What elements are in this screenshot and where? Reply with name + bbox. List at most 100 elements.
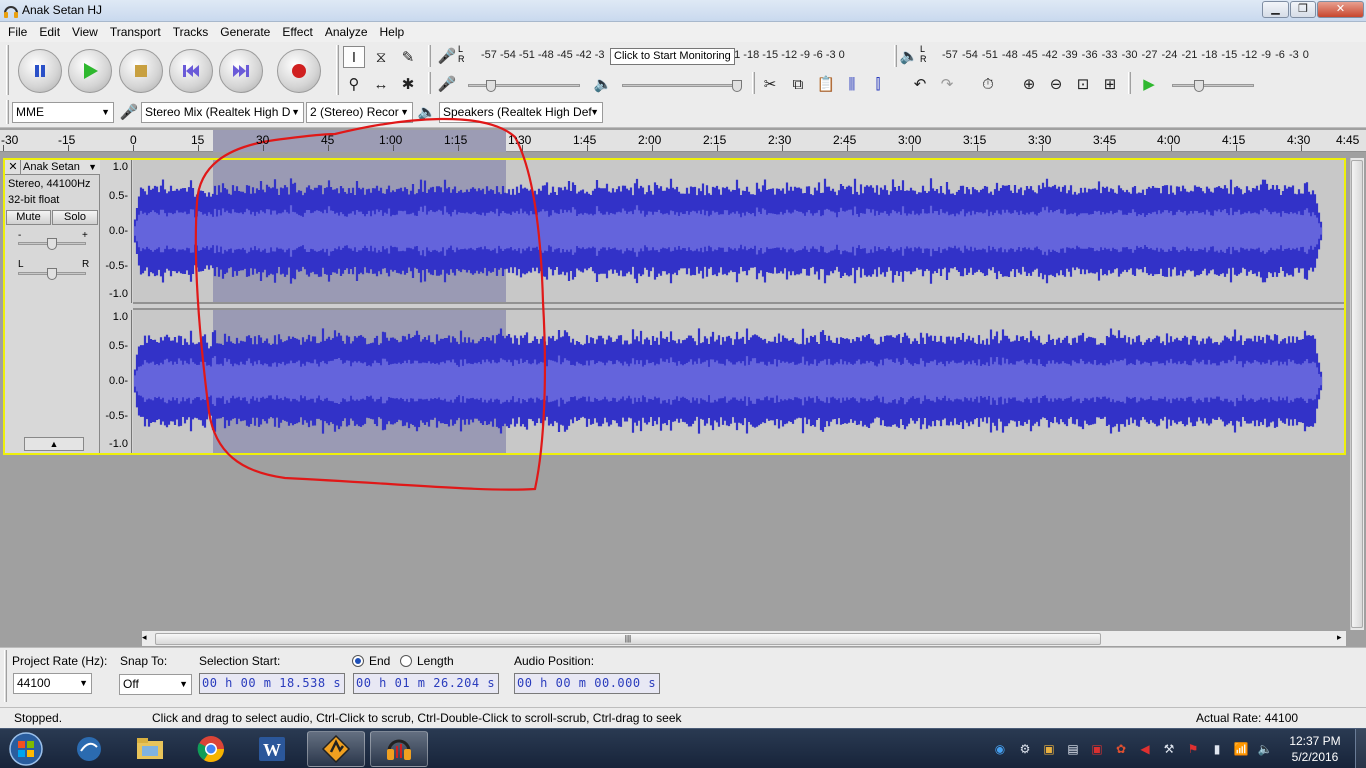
toolbar-grip[interactable] <box>894 45 897 67</box>
taskbar-file-explorer[interactable] <box>121 731 179 767</box>
menu-effect[interactable]: Effect <box>276 25 318 39</box>
undo-button[interactable]: ↶ <box>909 73 931 95</box>
selection-start-time[interactable]: 00 h 00 m 18.538 s <box>199 673 345 694</box>
tray-signal-icon[interactable]: 📶 <box>1233 741 1249 757</box>
collapse-track-button[interactable]: ▲ <box>24 437 84 451</box>
time-shift-tool[interactable]: ↔ <box>370 73 392 95</box>
vertical-scale-left-channel[interactable]: 1.0 0.5- 0.0- -0.5- -1.0 <box>101 160 132 303</box>
menu-view[interactable]: View <box>66 25 104 39</box>
pause-button[interactable] <box>18 49 62 93</box>
menu-edit[interactable]: Edit <box>33 25 66 39</box>
tray-antivirus-icon[interactable]: ▣ <box>1089 741 1105 757</box>
tray-tools2-icon[interactable]: ⚒ <box>1161 741 1177 757</box>
playback-volume-slider[interactable] <box>622 84 740 87</box>
tray-app-icon[interactable]: ✿ <box>1113 741 1129 757</box>
cut-button[interactable]: ✂ <box>759 73 781 95</box>
playback-volume-thumb[interactable] <box>732 80 742 92</box>
taskbar-word[interactable]: W <box>243 731 301 767</box>
menu-help[interactable]: Help <box>374 25 411 39</box>
taskbar-chrome[interactable] <box>182 731 240 767</box>
copy-button[interactable]: ⧉ <box>787 73 809 95</box>
end-radio[interactable] <box>352 655 364 667</box>
menu-bar: File Edit View Transport Tracks Generate… <box>0 22 1366 42</box>
solo-button[interactable]: Solo <box>52 210 98 225</box>
start-button[interactable] <box>4 729 48 768</box>
fit-project-button[interactable]: ⊞ <box>1099 73 1121 95</box>
record-button[interactable] <box>277 49 321 93</box>
close-window-button[interactable]: ✕ <box>1317 1 1364 18</box>
start-monitoring-tooltip[interactable]: Click to Start Monitoring <box>610 48 735 65</box>
paste-button[interactable]: 📋 <box>815 73 837 95</box>
tray-tools-icon[interactable]: ⚙ <box>1017 741 1033 757</box>
tray-flag-icon[interactable]: ⚑ <box>1185 741 1201 757</box>
menu-tracks[interactable]: Tracks <box>167 25 215 39</box>
zoom-tool[interactable]: ⚲ <box>343 73 365 95</box>
taskbar-audacity[interactable] <box>370 731 428 767</box>
minimize-button[interactable]: ▁ <box>1262 1 1289 18</box>
play-at-speed-button[interactable]: ▶ <box>1138 73 1160 95</box>
scroll-left-icon[interactable]: ◂ <box>142 632 147 643</box>
multi-tool[interactable]: ✱ <box>397 73 419 95</box>
skip-to-end-button[interactable] <box>219 49 263 93</box>
skip-to-start-button[interactable] <box>169 49 213 93</box>
toolbar-grip[interactable] <box>1128 72 1131 94</box>
toolbar-grip[interactable] <box>6 45 9 95</box>
toolbar-grip[interactable] <box>4 650 7 702</box>
taskbar-clock[interactable]: 12:37 PM 5/2/2016 <box>1282 733 1348 765</box>
play-speed-thumb[interactable] <box>1194 80 1204 92</box>
record-meter-button[interactable]: 🎤 <box>436 45 458 67</box>
stop-button[interactable] <box>119 49 163 93</box>
taskbar-browser[interactable] <box>60 731 118 767</box>
track-pan-thumb[interactable] <box>47 268 57 280</box>
menu-analyze[interactable]: Analyze <box>319 25 374 39</box>
snap-to-select[interactable]: Off ▼ <box>119 674 192 695</box>
vertical-scale-right-channel[interactable]: 1.0 0.5- 0.0- -0.5- -1.0 <box>101 310 132 453</box>
menu-file[interactable]: File <box>2 25 33 39</box>
envelope-tool[interactable]: ⧖ <box>370 46 392 68</box>
selection-end-time[interactable]: 00 h 01 m 26.204 s <box>353 673 499 694</box>
toolbar-grip[interactable] <box>336 45 339 95</box>
fit-selection-button[interactable]: ⊡ <box>1072 73 1094 95</box>
microphone-icon: 🎤 <box>437 76 457 93</box>
project-rate-select[interactable]: 44100 ▼ <box>13 673 92 694</box>
maximize-button[interactable]: ❐ <box>1290 1 1316 18</box>
menu-transport[interactable]: Transport <box>104 25 167 39</box>
tray-browser-icon[interactable]: ◉ <box>992 741 1008 757</box>
recording-volume-slider[interactable] <box>468 84 580 87</box>
trim-button[interactable]: ⫼ <box>841 73 863 95</box>
redo-button[interactable]: ↷ <box>936 73 958 95</box>
track-gain-thumb[interactable] <box>47 238 57 250</box>
toolbar-grip[interactable] <box>752 72 755 94</box>
taskbar-winamp[interactable] <box>307 731 365 767</box>
toolbar-grip[interactable] <box>428 72 431 94</box>
zoom-in-button[interactable]: ⊕ <box>1018 73 1040 95</box>
zoom-out-button[interactable]: ⊖ <box>1045 73 1067 95</box>
play-button[interactable] <box>68 49 112 93</box>
horizontal-scrollbar-thumb[interactable]: ||| <box>155 633 1101 645</box>
show-desktop-button[interactable] <box>1355 729 1366 768</box>
play-speed-slider[interactable] <box>1172 84 1254 87</box>
sync-lock-button[interactable]: ⏱ <box>977 73 999 95</box>
tray-volume-icon[interactable]: ◀ <box>1137 741 1153 757</box>
length-radio[interactable] <box>400 655 412 667</box>
title-bar[interactable] <box>0 0 1366 22</box>
menu-generate[interactable]: Generate <box>214 25 276 39</box>
tray-network-monitor-icon[interactable]: ▤ <box>1065 741 1081 757</box>
track-close-button[interactable]: ✕ <box>6 160 21 175</box>
tray-battery-icon[interactable]: ▮ <box>1209 741 1225 757</box>
selection-tool[interactable]: I <box>343 46 365 68</box>
silence-button[interactable]: ⫿ <box>867 73 889 95</box>
tray-package-icon[interactable]: ▣ <box>1041 741 1057 757</box>
track-name-menu[interactable]: Anak Setan ▼ <box>23 160 99 175</box>
toolbar-grip[interactable] <box>6 100 9 124</box>
draw-tool[interactable]: ✎ <box>397 46 419 68</box>
playback-meter-button[interactable]: 🔈 <box>898 45 920 67</box>
mute-button[interactable]: Mute <box>6 210 51 225</box>
toolbar-grip[interactable] <box>428 45 431 67</box>
vertical-scrollbar-thumb[interactable] <box>1351 160 1363 628</box>
tray-speaker-icon[interactable]: 🔈 <box>1257 741 1273 757</box>
audio-host-select[interactable]: MME ▼ <box>12 102 114 123</box>
recording-volume-thumb[interactable] <box>486 80 496 92</box>
audio-position-time[interactable]: 00 h 00 m 00.000 s <box>514 673 660 694</box>
scroll-right-icon[interactable]: ▸ <box>1337 632 1342 643</box>
